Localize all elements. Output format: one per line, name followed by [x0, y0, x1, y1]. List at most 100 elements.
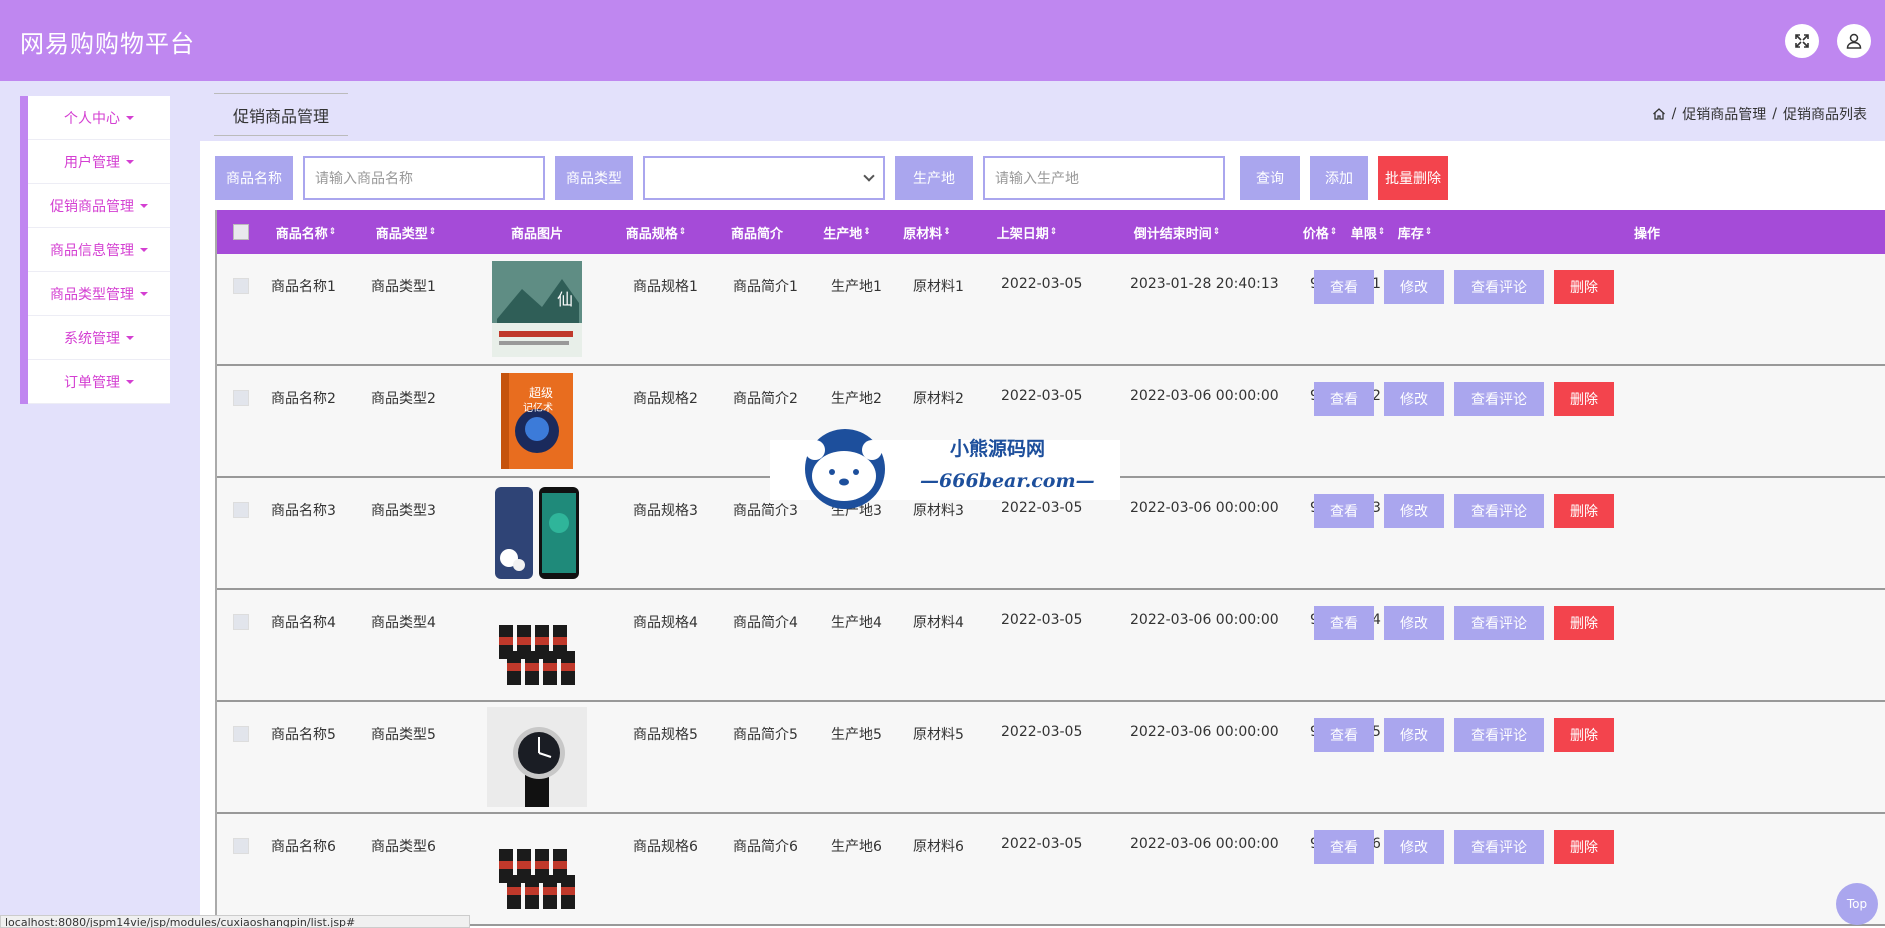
cell-end_time: 2022-03-06 00:00:00: [1130, 388, 1279, 404]
view-reviews-button[interactable]: 查看评论: [1454, 382, 1544, 416]
view-reviews-button[interactable]: 查看评论: [1454, 606, 1544, 640]
sort-icon: ⇕: [943, 227, 951, 237]
delete-button[interactable]: 删除: [1554, 606, 1614, 640]
column-header[interactable]: 原材料 ⇕: [897, 210, 957, 254]
sidebar-item-personal-center[interactable]: 个人中心: [28, 96, 170, 140]
watermark-url: —666bear.com—: [920, 470, 1095, 492]
name-input[interactable]: 请输入商品名称: [303, 156, 545, 200]
cell-material: 原材料4: [913, 615, 964, 631]
sidebar-item-user-management[interactable]: 用户管理: [28, 140, 170, 184]
sidebar-item-product-info-management[interactable]: 商品信息管理: [28, 228, 170, 272]
table-row: 商品名称6 商品类型6 商品规格6 商品简介6 生产地6 原材料6 2022-03-05 20…: [217, 814, 1885, 926]
caret-down-icon: [140, 203, 148, 208]
breadcrumb-item[interactable]: 促销商品管理: [1682, 104, 1766, 124]
view-button[interactable]: 查看: [1314, 830, 1374, 864]
delete-button[interactable]: 删除: [1554, 382, 1614, 416]
edit-button[interactable]: 修改: [1384, 270, 1444, 304]
delete-button[interactable]: 删除: [1554, 494, 1614, 528]
fullscreen-button[interactable]: [1785, 24, 1819, 58]
product-image: [499, 849, 575, 909]
home-icon[interactable]: [1652, 107, 1666, 121]
sidebar-item-order-management[interactable]: 订单管理: [28, 360, 170, 404]
sidebar-item-promotion-management[interactable]: 促销商品管理: [28, 184, 170, 228]
sort-icon: ⇕: [1049, 227, 1058, 237]
chevron-down-icon: [863, 170, 875, 182]
add-button[interactable]: 添加: [1310, 156, 1368, 200]
svg-text:仙: 仙: [557, 290, 573, 309]
query-button[interactable]: 查询: [1240, 156, 1300, 200]
column-header[interactable]: 上架日期 ⇕: [987, 210, 1067, 254]
edit-button[interactable]: 修改: [1384, 494, 1444, 528]
view-reviews-button[interactable]: 查看评论: [1454, 270, 1544, 304]
bear-logo-icon: [770, 429, 1120, 509]
watermark: 小熊源码网 —666bear.com—: [770, 428, 1120, 510]
table-header: 商品名称 ⇕ 商品类型 ⇕ 商品图片 商品规格 ⇕ 商品简介 生产地 ⇕ 原材料 ⇕ 上架…: [217, 210, 1885, 254]
view-button[interactable]: 查看: [1314, 718, 1374, 752]
delete-button[interactable]: 删除: [1554, 718, 1614, 752]
select-all-checkbox[interactable]: [233, 224, 249, 240]
delete-button[interactable]: 删除: [1554, 830, 1614, 864]
view-button[interactable]: 查看: [1314, 382, 1374, 416]
column-header: 操作: [1633, 226, 1660, 242]
column-header[interactable]: 倒计结束时间 ⇕: [1117, 210, 1237, 254]
column-header[interactable]: 生产地 ⇕: [817, 210, 877, 254]
view-button[interactable]: 查看: [1314, 494, 1374, 528]
edit-button[interactable]: 修改: [1384, 606, 1444, 640]
cell-date: 2022-03-05: [1001, 612, 1083, 628]
column-header[interactable]: 商品名称 ⇕: [271, 210, 341, 254]
cell-spec: 商品规格2: [633, 391, 698, 407]
sidebar-item-system-management[interactable]: 系统管理: [28, 316, 170, 360]
column-header[interactable]: 商品规格 ⇕: [621, 210, 691, 254]
row-checkbox[interactable]: [233, 726, 249, 742]
edit-button[interactable]: 修改: [1384, 830, 1444, 864]
column-header[interactable]: 商品类型 ⇕: [371, 210, 441, 254]
breadcrumb-bar: 促销商品管理 / 促销商品管理 / 促销商品列表: [200, 81, 1885, 141]
sort-icon: ⇕: [1377, 227, 1386, 237]
product-image: 仙: [492, 261, 582, 357]
cell-origin: 生产地5: [831, 727, 882, 743]
cell-type: 商品类型2: [371, 391, 436, 407]
type-select[interactable]: [643, 156, 885, 200]
breadcrumb-item: 促销商品列表: [1783, 107, 1867, 123]
sort-icon: ⇕: [1329, 227, 1338, 237]
origin-input[interactable]: 请输入生产地: [983, 156, 1225, 200]
view-button[interactable]: 查看: [1314, 270, 1374, 304]
row-checkbox[interactable]: [233, 614, 249, 630]
view-reviews-button[interactable]: 查看评论: [1454, 830, 1544, 864]
back-to-top-button[interactable]: Top: [1836, 883, 1878, 925]
column-header[interactable]: 单限 ⇕: [1348, 210, 1388, 254]
cell-type: 商品类型3: [371, 503, 436, 519]
column-header[interactable]: 价格 ⇕: [1300, 210, 1340, 254]
cell-material: 原材料5: [913, 727, 964, 743]
batch-delete-button[interactable]: 批量删除: [1378, 156, 1448, 200]
sort-icon: ⇕: [328, 227, 337, 237]
cell-name: 商品名称1: [271, 279, 336, 295]
edit-button[interactable]: 修改: [1384, 382, 1444, 416]
row-checkbox[interactable]: [233, 278, 249, 294]
row-checkbox[interactable]: [233, 390, 249, 406]
view-button[interactable]: 查看: [1314, 606, 1374, 640]
column-header: 商品图片: [510, 226, 563, 242]
view-reviews-button[interactable]: 查看评论: [1454, 718, 1544, 752]
product-image: [487, 707, 587, 807]
cell-name: 商品名称4: [271, 615, 336, 631]
user-menu-button[interactable]: [1837, 24, 1871, 58]
row-checkbox[interactable]: [233, 838, 249, 854]
row-checkbox[interactable]: [233, 502, 249, 518]
cell-intro: 商品简介5: [733, 727, 798, 743]
view-reviews-button[interactable]: 查看评论: [1454, 494, 1544, 528]
product-image: [499, 625, 575, 685]
table-row: 商品名称5 商品类型5 商品规格5 商品简介5 生产地5 原材料5 2022-03-05 20…: [217, 702, 1885, 814]
cell-spec: 商品规格6: [633, 839, 698, 855]
cell-date: 2022-03-05: [1001, 836, 1083, 852]
edit-button[interactable]: 修改: [1384, 718, 1444, 752]
column-header[interactable]: 库存 ⇕: [1395, 210, 1435, 254]
origin-label: 生产地: [895, 156, 973, 200]
cell-material: 原材料6: [913, 839, 964, 855]
delete-button[interactable]: 删除: [1554, 270, 1614, 304]
main-content: 商品名称 请输入商品名称 商品类型 生产地 请输入生产地 查询 添加 批量删除 …: [200, 141, 1885, 928]
cell-intro: 商品简介1: [733, 279, 798, 295]
cell-end_time: 2023-01-28 20:40:13: [1130, 276, 1279, 292]
sidebar-item-product-type-management[interactable]: 商品类型管理: [28, 272, 170, 316]
cell-spec: 商品规格4: [633, 615, 698, 631]
